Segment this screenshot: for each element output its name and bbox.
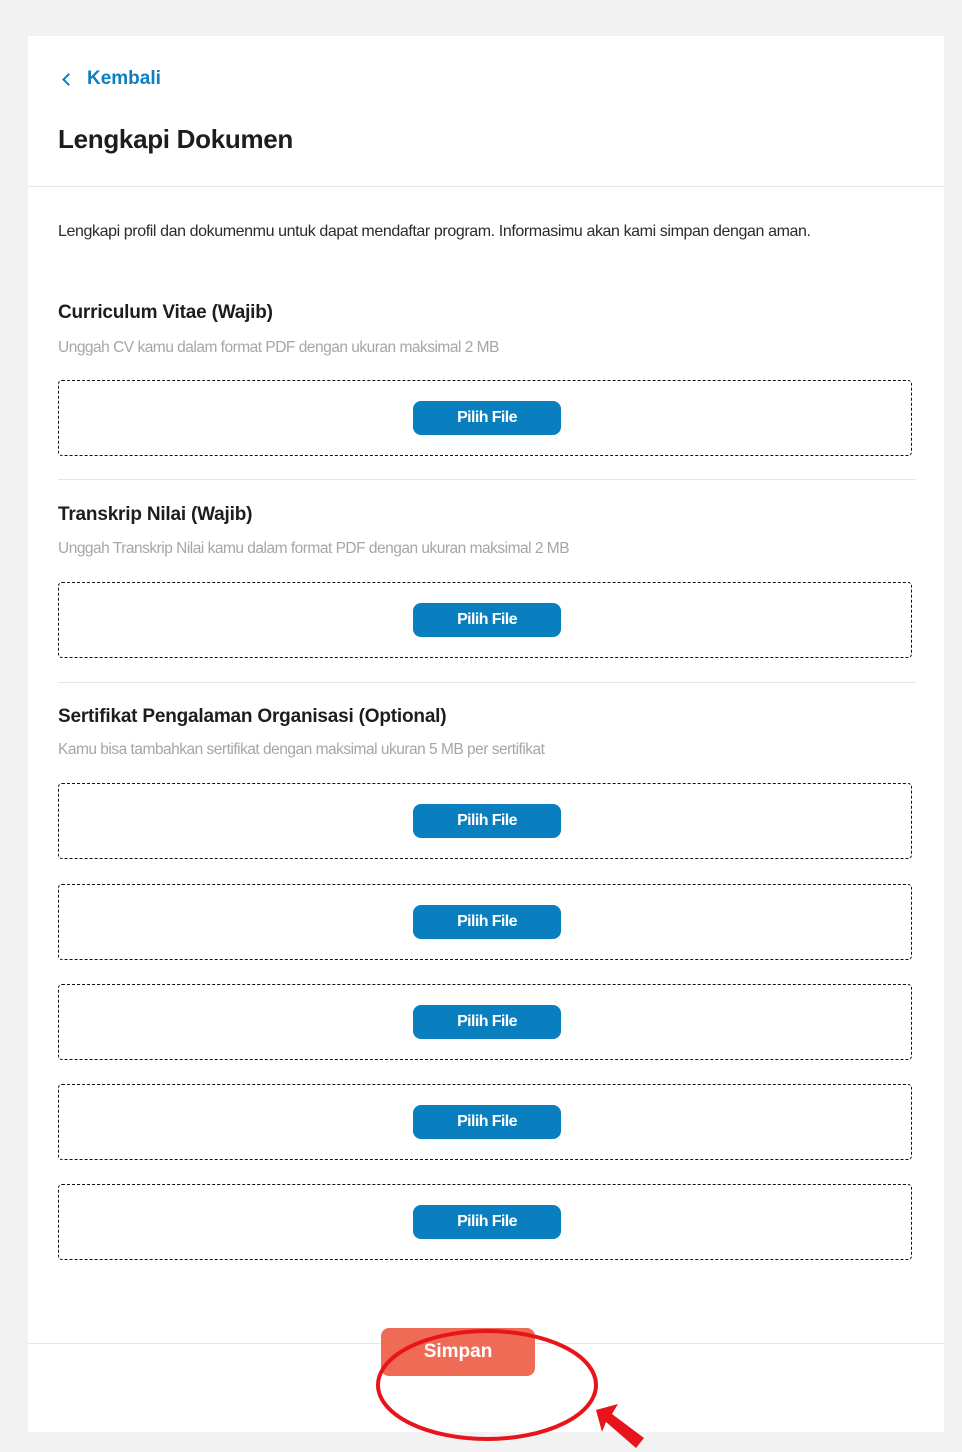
certificate-pick-file-button-3[interactable]: Pilih File — [413, 1005, 561, 1039]
cv-dropzone[interactable]: Pilih File — [58, 380, 912, 456]
certificate-dropzone-4[interactable]: Pilih File — [58, 1084, 912, 1160]
document-form-card: Kembali Lengkapi Dokumen Lengkapi profil… — [28, 36, 944, 1432]
certificate-section-title: Sertifikat Pengalaman Organisasi (Option… — [58, 706, 447, 727]
certificate-pick-file-button-5[interactable]: Pilih File — [413, 1205, 561, 1239]
certificate-pick-file-button-4[interactable]: Pilih File — [413, 1105, 561, 1139]
header-divider — [28, 186, 944, 187]
page-title: Lengkapi Dokumen — [58, 124, 294, 154]
certificate-dropzone-1[interactable]: Pilih File — [58, 783, 912, 859]
back-link[interactable]: Kembali — [60, 68, 161, 90]
certificate-dropzone-5[interactable]: Pilih File — [58, 1184, 912, 1260]
transcript-dropzone[interactable]: Pilih File — [58, 582, 912, 658]
certificate-pick-file-button-2[interactable]: Pilih File — [413, 905, 561, 939]
transcript-pick-file-button[interactable]: Pilih File — [413, 603, 561, 637]
section-divider — [58, 682, 916, 683]
back-label: Kembali — [87, 68, 161, 89]
save-button[interactable]: Simpan — [381, 1328, 535, 1376]
certificate-pick-file-button-1[interactable]: Pilih File — [413, 804, 561, 838]
section-divider — [58, 479, 916, 480]
cv-section-description: Unggah CV kamu dalam format PDF dengan u… — [58, 339, 499, 356]
transcript-section-title: Transkrip Nilai (Wajib) — [58, 504, 253, 525]
chevron-left-icon — [62, 72, 75, 86]
intro-text: Lengkapi profil dan dokumenmu untuk dapa… — [58, 223, 811, 240]
cv-pick-file-button[interactable]: Pilih File — [413, 401, 561, 435]
certificate-dropzone-2[interactable]: Pilih File — [58, 884, 912, 960]
transcript-section-description: Unggah Transkrip Nilai kamu dalam format… — [58, 540, 570, 557]
certificate-dropzone-3[interactable]: Pilih File — [58, 984, 912, 1060]
certificate-section-description: Kamu bisa tambahkan sertifikat dengan ma… — [58, 741, 545, 758]
cv-section-title: Curriculum Vitae (Wajib) — [58, 302, 273, 323]
